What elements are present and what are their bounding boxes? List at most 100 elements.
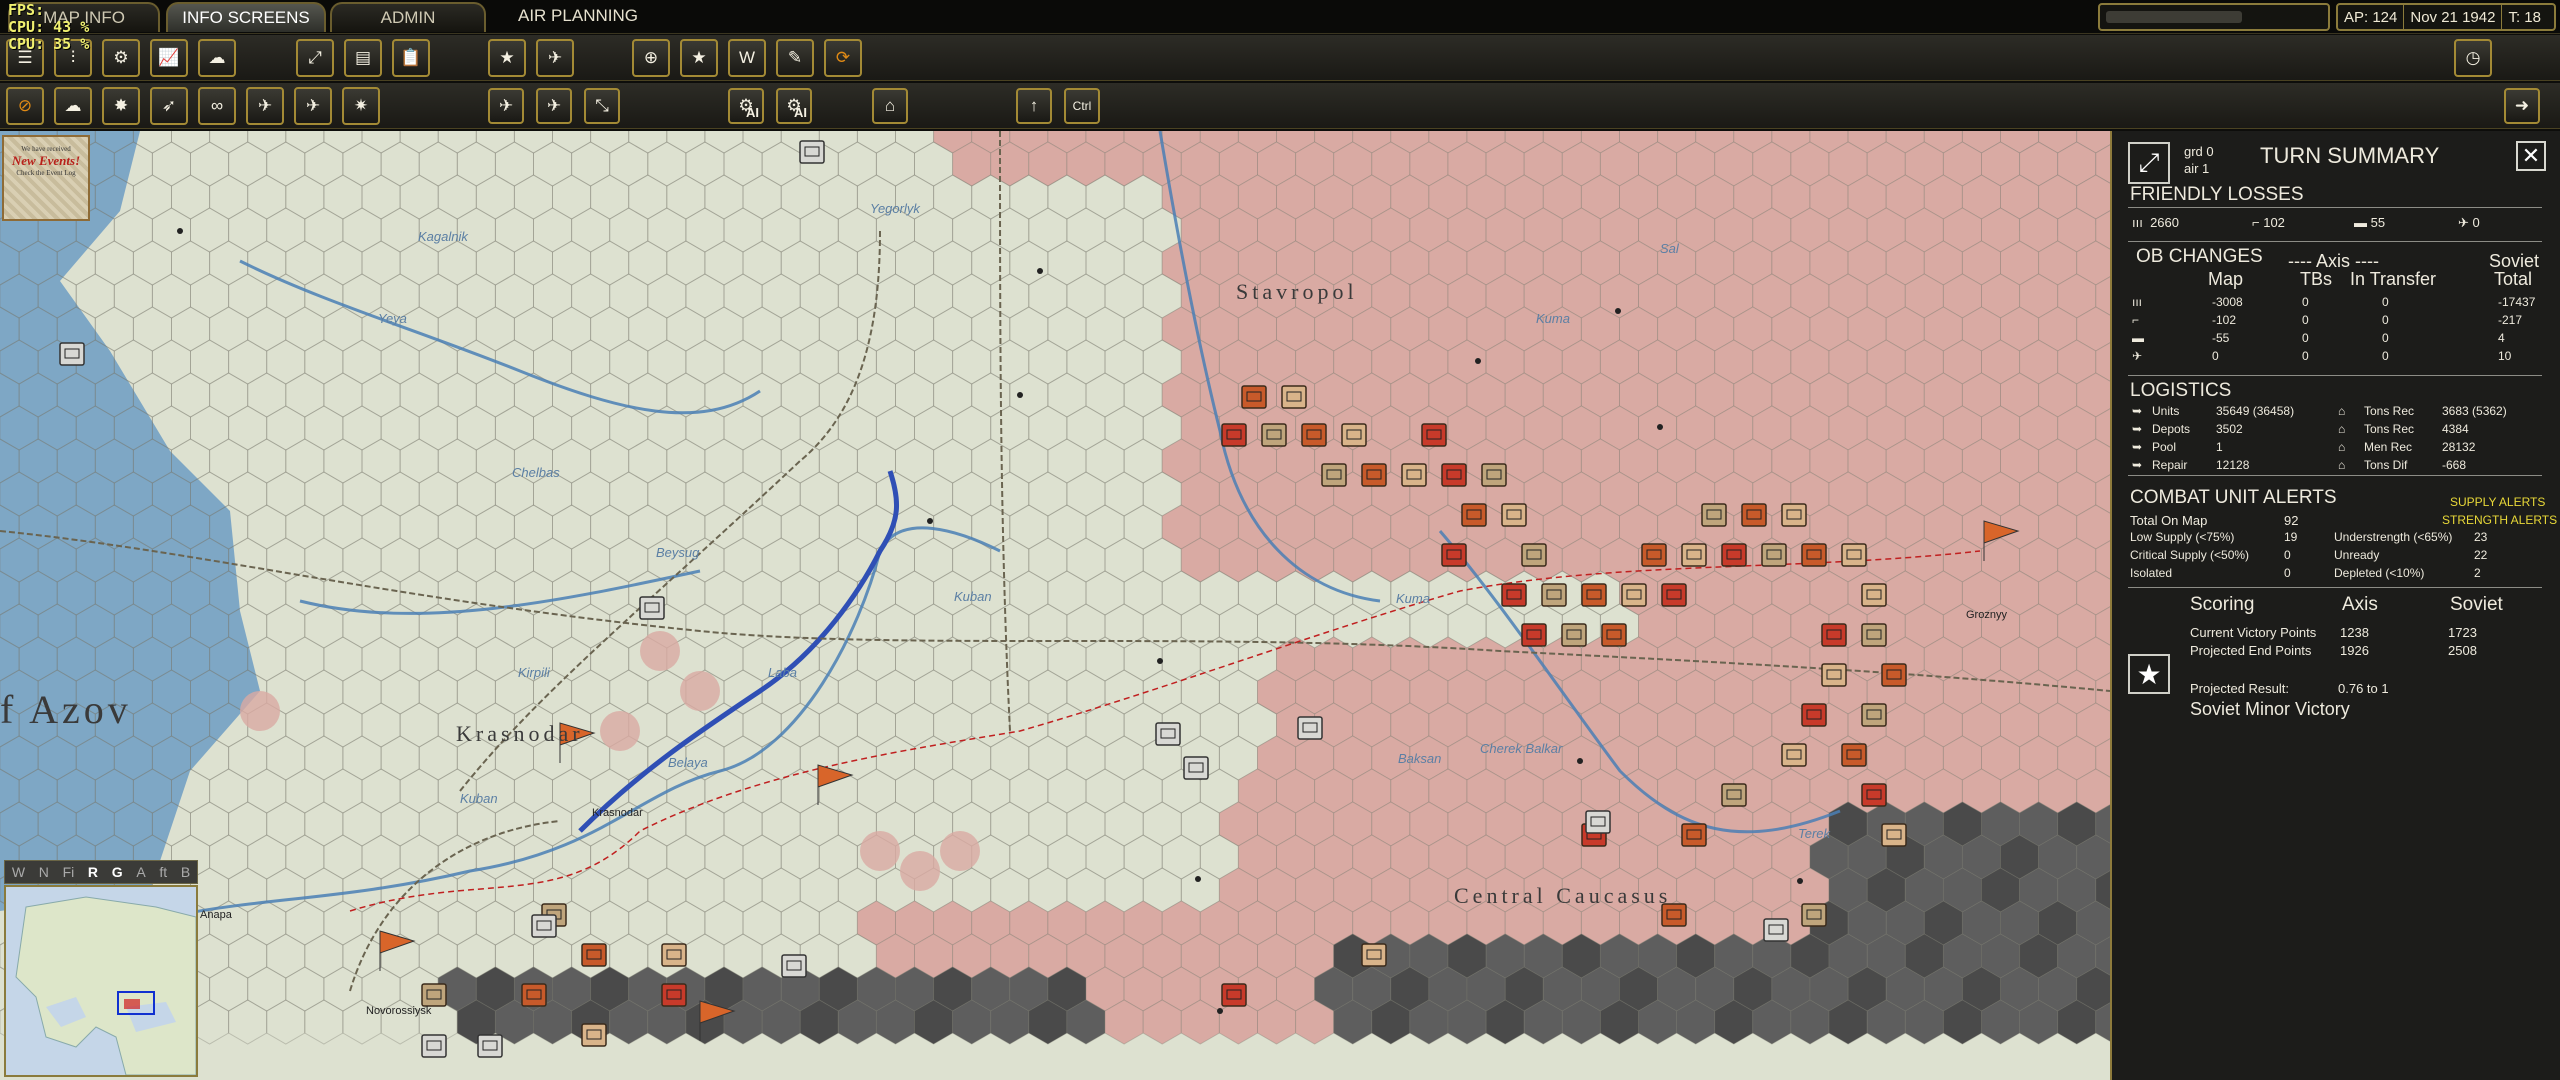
total-on-map-label: Total On Map: [2130, 513, 2208, 528]
status-readout: AP: 124 Nov 21 1942 T: 18: [2336, 3, 2556, 31]
filter-ft[interactable]: ft: [159, 864, 167, 880]
globe-icon: ⊕: [643, 48, 659, 67]
air-planning-tab[interactable]: AIR PLANNING: [518, 6, 638, 26]
ob-row-icon: ⌐: [2132, 313, 2140, 327]
star-icon: ★: [691, 48, 707, 67]
top-tab-bar: MAP INFO INFO SCREENS ADMIN AIR PLANNING…: [0, 0, 2560, 34]
map-label-central-caucasus: Central Caucasus: [1454, 883, 1672, 908]
filter-b[interactable]: B: [181, 864, 190, 880]
air-ground-button[interactable]: ✈: [294, 87, 332, 125]
cpu-readout-1: CPU: 43 %: [8, 18, 90, 36]
settings-button[interactable]: ⚙: [102, 39, 140, 77]
filter-g[interactable]: G: [112, 864, 123, 880]
minimap-canvas: [6, 887, 196, 1075]
alert-label: Depleted (<10%): [2334, 566, 2425, 580]
filter-fi[interactable]: Fi: [63, 864, 75, 880]
graph-button[interactable]: 📈: [150, 39, 188, 77]
logistics-value: 1: [2216, 440, 2223, 454]
plane-flag-icon: ✈: [547, 48, 563, 67]
soviet-unit-counter: [1881, 823, 1907, 847]
ai-air-button[interactable]: ⚙ AI: [776, 88, 812, 124]
close-button[interactable]: ✕: [2516, 141, 2546, 171]
soviet-unit-counter: [1621, 583, 1647, 607]
factory-button[interactable]: ⌂: [872, 88, 908, 124]
ob-row-icon: ✈: [2132, 349, 2143, 363]
hex-map-canvas[interactable]: [0, 131, 2110, 1080]
map-label-stavropol: Stavropol: [1236, 279, 1358, 304]
air-supply-button[interactable]: ✈: [246, 87, 284, 125]
victory-button[interactable]: ★: [680, 39, 718, 77]
ctrl-button[interactable]: Ctrl: [1064, 88, 1100, 124]
ai-ground-button[interactable]: ⚙ AI: [728, 88, 764, 124]
events-line1: We have received: [21, 145, 71, 153]
river-label: Cherek Balkar: [1480, 741, 1563, 756]
events-title: New Events!: [11, 153, 81, 168]
axis-unit-counter: [421, 1034, 447, 1058]
weather-button[interactable]: ☁: [198, 39, 236, 77]
tab-admin[interactable]: ADMIN: [330, 2, 486, 32]
river-label: Kuban: [460, 791, 498, 806]
toolbar-row-1: ☰ ⫶ ⚙ 📈 ☁ ⤢ ▤ 📋 ★ ✈ ⊕ ★ W ✎ ⟳ ◷: [0, 35, 2560, 81]
commander-button[interactable]: ⊕: [632, 39, 670, 77]
filter-r[interactable]: R: [88, 864, 98, 880]
scoring-soviet-header: Soviet: [2450, 594, 2503, 615]
air-range-button[interactable]: ⤡: [584, 88, 620, 124]
filter-n[interactable]: N: [39, 864, 49, 880]
pep-soviet: 2508: [2448, 643, 2477, 658]
ai-label-2: AI: [794, 105, 807, 120]
infantry-icon: ııı: [2132, 215, 2143, 230]
air-hq-button[interactable]: ✈: [488, 88, 524, 124]
victory-star-button[interactable]: ★: [2128, 654, 2170, 694]
soviet-unit-counter: [1801, 703, 1827, 727]
filter-w[interactable]: W: [12, 864, 25, 880]
air-transfer-button[interactable]: ∞: [198, 87, 236, 125]
ob-tbs-value: 0: [2302, 331, 2309, 345]
tab-info-screens[interactable]: INFO SCREENS: [166, 2, 326, 32]
end-turn-button[interactable]: ◷: [2454, 39, 2492, 77]
arrow-button[interactable]: ⤢: [296, 39, 334, 77]
soviet-unit-counter: [1721, 783, 1747, 807]
cycle-button[interactable]: ⟳: [824, 39, 862, 77]
soviet-unit-counter: [1721, 543, 1747, 567]
logistics-value: 3683 (5362): [2442, 404, 2507, 418]
hq-button[interactable]: ★: [488, 39, 526, 77]
filter-a[interactable]: A: [136, 864, 145, 880]
axis-unit-counter: [1183, 756, 1209, 780]
air-doctrine-button[interactable]: ✎: [776, 39, 814, 77]
plane-hq-icon: ✈: [498, 96, 514, 115]
air-off-button[interactable]: ⊘: [6, 87, 44, 125]
soviet-unit-counter: [1481, 463, 1507, 487]
turn-number: T: 18: [2508, 8, 2541, 26]
axis-unit-counter: [1297, 716, 1323, 740]
air-unit-button[interactable]: ✈: [536, 39, 574, 77]
air-base-button[interactable]: ✈: [536, 88, 572, 124]
town-dot: [1217, 1008, 1223, 1014]
air-recon-button[interactable]: ☁: [54, 87, 92, 125]
minimap[interactable]: [4, 885, 198, 1077]
new-events-notice[interactable]: We have received New Events! Check the E…: [2, 135, 90, 221]
soviet-unit-counter: [1561, 623, 1587, 647]
river-label: Terek: [1798, 826, 1831, 841]
logistics-icon: ➥: [2132, 422, 2143, 436]
air-interdiction-button[interactable]: ➶: [150, 87, 188, 125]
supply-alerts-link[interactable]: SUPPLY ALERTS: [2450, 495, 2545, 509]
town-dot: [1475, 358, 1481, 364]
river-label: Beysug: [656, 545, 700, 560]
report-button[interactable]: ▤: [344, 39, 382, 77]
soviet-unit-counter: [1241, 385, 1267, 409]
air-strike-button[interactable]: ✷: [342, 87, 380, 125]
weather-w-button[interactable]: W: [728, 39, 766, 77]
logistics-icon: ➥: [2132, 440, 2143, 454]
summary-expand-button[interactable]: ⤢: [2128, 142, 2170, 184]
strength-alerts-link[interactable]: STRENGTH ALERTS: [2442, 513, 2557, 527]
soviet-unit-counter: [1841, 543, 1867, 567]
next-button[interactable]: ➜: [2504, 88, 2540, 124]
up-arrow-button[interactable]: ↑: [1016, 88, 1052, 124]
town-label: Krasnodar: [592, 807, 643, 819]
strategic-map[interactable]: We have received New Events! Check the E…: [0, 131, 2110, 1080]
log-button[interactable]: 📋: [392, 39, 430, 77]
no-air-icon: ⊘: [17, 96, 33, 115]
town-dot: [177, 228, 183, 234]
soviet-unit-counter: [1521, 543, 1547, 567]
air-bomb-button[interactable]: ✸: [102, 87, 140, 125]
